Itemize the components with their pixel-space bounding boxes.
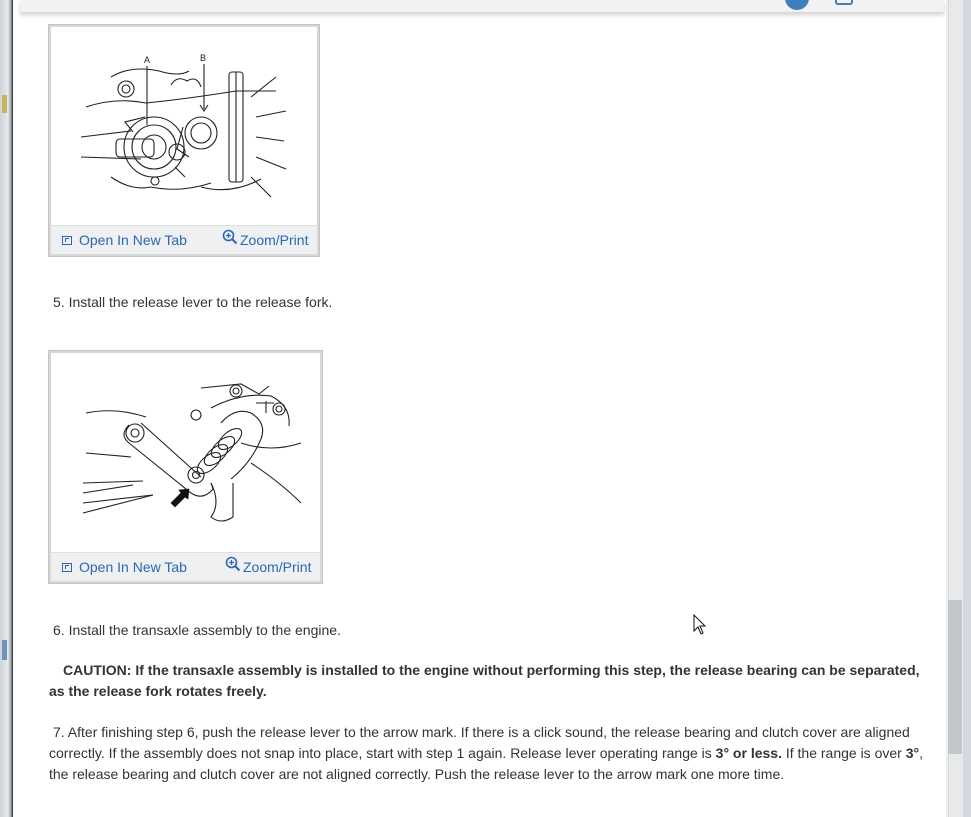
figure-1: A B Open In New Tab Zoom/Print — [49, 25, 319, 256]
release-lever-illustration — [82, 383, 302, 522]
open-in-new-tab-link[interactable]: Open In New Tab — [62, 559, 187, 575]
figure-2-footer: Open In New Tab Zoom/Print — [51, 552, 320, 581]
release-bearing-illustration: A B — [80, 53, 287, 198]
background-window-strip — [2, 95, 7, 113]
zoom-print-label: Zoom/Print — [240, 232, 309, 248]
zoom-print-link[interactable]: Zoom/Print — [225, 556, 312, 575]
zoom-icon — [222, 229, 238, 245]
caution-text: CAUTION: If the transaxle assembly is in… — [49, 662, 920, 699]
open-in-new-tab-icon — [62, 562, 72, 572]
background-window-strip — [2, 640, 7, 660]
step-7-range-limit: 3° or less. — [715, 745, 782, 761]
user-avatar-icon[interactable] — [785, 0, 809, 10]
step-6-text: 6. Install the transaxle assembly to the… — [53, 622, 341, 638]
zoom-print-label: Zoom/Print — [243, 559, 312, 575]
figure-1-footer: Open In New Tab Zoom/Print — [51, 225, 317, 254]
svg-text:A: A — [144, 55, 150, 65]
svg-text:B: B — [200, 53, 206, 63]
caution-note: CAUTION: If the transaxle assembly is in… — [49, 660, 929, 702]
toolbar-icon[interactable] — [835, 0, 853, 5]
zoom-print-link[interactable]: Zoom/Print — [222, 229, 309, 248]
step-7-part-2: If the range is over — [781, 745, 906, 761]
top-toolbar — [20, 0, 944, 13]
open-in-new-tab-link[interactable]: Open In New Tab — [62, 232, 187, 248]
window-right-edge — [963, 0, 971, 817]
step-7-range-value: 3° — [905, 745, 920, 761]
open-in-new-tab-icon — [62, 235, 72, 245]
mouse-cursor-icon — [693, 614, 707, 635]
step-5-text: 5. Install the release lever to the rele… — [53, 294, 333, 310]
scrollbar-thumb[interactable] — [948, 600, 962, 754]
step-7-text: 7. After finishing step 6, push the rele… — [49, 722, 933, 785]
open-in-new-tab-label: Open In New Tab — [79, 559, 187, 575]
window-left-edge — [0, 0, 13, 817]
open-in-new-tab-label: Open In New Tab — [79, 232, 187, 248]
zoom-icon — [225, 556, 241, 572]
figure-2: Open In New Tab Zoom/Print — [49, 351, 322, 583]
